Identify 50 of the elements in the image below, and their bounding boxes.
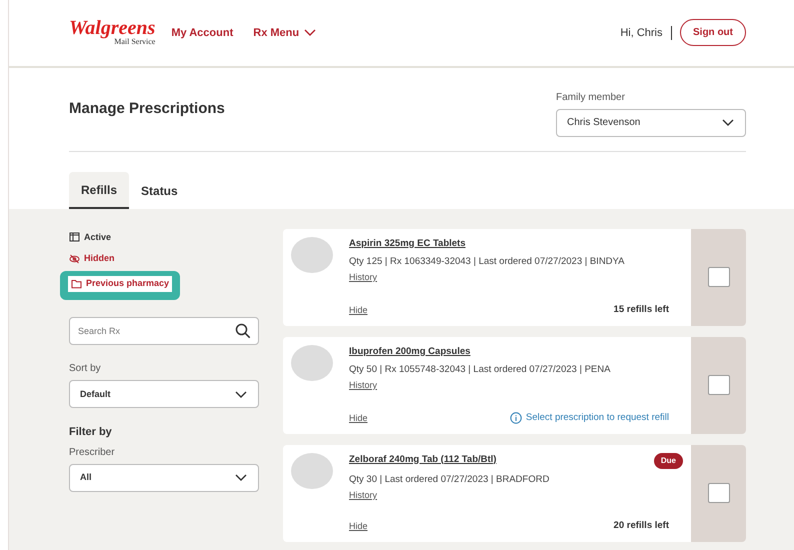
pill-image <box>291 452 333 488</box>
select-checkbox[interactable] <box>708 375 730 395</box>
field-label: Prescriber <box>69 446 116 460</box>
view-link[interactable]: Active <box>69 228 112 246</box>
pill-image <box>291 236 333 272</box>
refill-hint: Select prescription to request refill <box>510 411 669 426</box>
prescription-details: Qty 30 | Last ordered 07/27/2023 | BRADFORD <box>349 472 550 486</box>
view-link[interactable]: Hidden <box>69 250 114 268</box>
view-link[interactable]: Previous pharmacy <box>68 276 172 292</box>
hide-link[interactable]: Hide <box>349 412 368 426</box>
chevron-down-icon <box>721 117 735 128</box>
field-label: Family member <box>556 90 626 104</box>
pill-image <box>291 344 333 380</box>
prescription-name-link[interactable]: Aspirin 325mg EC Tablets <box>349 236 466 251</box>
tab[interactable]: Refills <box>69 172 130 208</box>
family-member-select[interactable]: Chris Stevenson <box>556 108 746 136</box>
greeting: Hi, Chris <box>620 26 662 40</box>
prescription-name-link[interactable]: Ibuprofen 200mg Capsules <box>349 344 470 359</box>
hide-link[interactable]: Hide <box>349 520 368 534</box>
prescription-name-link[interactable]: Zelboraf 240mg Tab (112 Tab/Btl) <box>349 452 496 467</box>
history-link[interactable]: History <box>349 272 378 282</box>
due-badge: Due <box>654 452 683 468</box>
eye-slash-icon <box>69 252 80 264</box>
search-field[interactable]: Search Rx <box>69 317 259 346</box>
history-link[interactable]: History <box>349 380 378 390</box>
logo-subtitle: Mail Service <box>114 36 156 48</box>
page-title: Manage Prescriptions <box>69 98 225 118</box>
prescription-details: Qty 125 | Rx 1063349-32043 | Last ordered 07/27/2023 | BINDYA <box>349 254 626 269</box>
filter-heading: Filter by <box>69 425 113 440</box>
hide-link[interactable]: Hide <box>349 304 368 318</box>
select-checkbox[interactable] <box>708 267 730 287</box>
folder-icon <box>71 278 82 290</box>
grid-icon <box>69 231 80 244</box>
tab[interactable]: Status <box>129 172 190 208</box>
chevron-down-icon <box>234 388 248 400</box>
search-icon <box>235 323 251 340</box>
chevron-down-icon <box>234 472 248 484</box>
nav-link[interactable]: My Account <box>171 24 234 41</box>
select-checkbox[interactable] <box>708 483 730 503</box>
refills-left: 15 refills left <box>614 303 669 318</box>
info-icon <box>510 412 522 424</box>
logo[interactable]: Walgreens <box>69 18 156 38</box>
field-label: Sort by <box>69 362 102 376</box>
nav-link[interactable]: Rx Menu <box>253 24 300 41</box>
refills-left: 20 refills left <box>614 519 669 534</box>
sign-out-button[interactable]: Sign out <box>680 19 746 46</box>
sort-select[interactable]: Default <box>69 380 259 408</box>
history-link[interactable]: History <box>349 490 378 500</box>
prescriber-select[interactable]: All <box>69 464 259 492</box>
prescription-details: Qty 50 | Rx 1055748-32043 | Last ordered 07/27/2023 | PENA <box>349 362 612 377</box>
